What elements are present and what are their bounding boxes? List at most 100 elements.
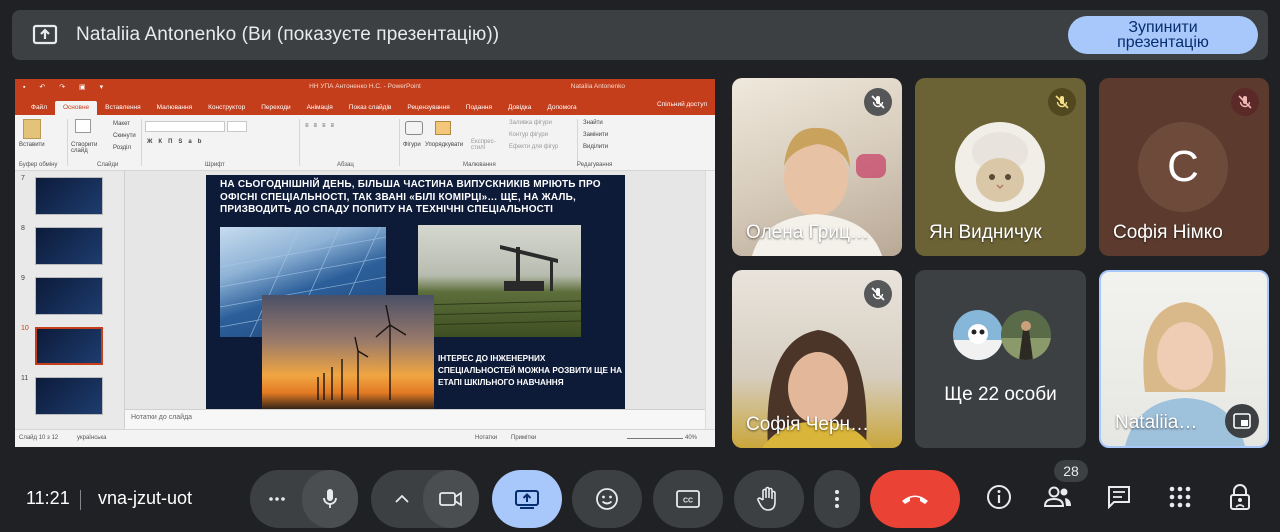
camera-control-group [371,470,479,528]
ppt-tab[interactable]: Конструктор [200,104,253,115]
others-tile[interactable]: Ще 22 особи [915,270,1086,448]
paragraph-group-label: Абзац [337,162,354,168]
self-tile[interactable]: Nataliia… [1099,270,1269,448]
ppt-tab[interactable]: Переходи [253,104,298,115]
more-options-button[interactable] [814,470,860,528]
svg-text:CC: CC [683,498,693,505]
ppt-share-button[interactable]: Спільний доступ [657,101,707,108]
font-name-input[interactable] [145,121,225,132]
chat-button[interactable] [1104,482,1134,512]
info-icon [987,485,1011,509]
ppt-status-bar: Слайд 10 з 12 українська Нотатки Примітк… [15,429,715,447]
new-slide-button[interactable]: Створити слайд [71,142,101,154]
chevron-up-icon [395,495,409,503]
mic-off-icon [1048,88,1076,116]
quick-styles-button[interactable]: Експрес-стилі [471,139,496,151]
replace-button[interactable]: Замінити [583,132,608,138]
ppt-tab[interactable]: Подання [458,104,500,115]
slide-thumbnails: 7 8 9 10 11 [15,171,125,429]
video-options-button[interactable] [387,484,417,514]
meeting-code: vna-jzut-uot [98,488,193,508]
current-time: 11:21 [26,488,70,508]
clipboard-group-label: Буфер обміну [19,162,58,168]
leave-call-button[interactable] [870,470,960,528]
shape-outline-button[interactable]: Контур фігури [509,132,548,138]
present-to-all-icon [32,24,58,46]
participant-tile[interactable]: Софія Черн… [732,270,902,448]
font-size-input[interactable] [227,121,247,132]
ppt-tab[interactable]: Довідка [500,104,539,115]
mic-off-icon [864,280,892,308]
view-buttons[interactable] [555,433,625,443]
presenting-banner: Nataliia Antonenko (Ви (показуєте презен… [12,10,1268,60]
shape-fill-button[interactable]: Заливка фігури [509,120,552,126]
microphone-icon [323,489,337,508]
vertical-scrollbar[interactable] [705,171,715,429]
call-end-icon [902,495,928,504]
raise-hand-icon [757,486,776,511]
find-button[interactable]: Знайти [583,120,603,126]
captions-button[interactable]: CC [653,470,723,528]
paste-icon [23,119,41,139]
ppt-user-name: Nataliia Antonenko [570,83,625,90]
oil-pump-image [418,225,581,337]
participant-name: Олена Гриц… [746,222,869,243]
current-slide[interactable]: НА СЬОГОДНІШНІЙ ДЕНЬ, БІЛЬША ЧАСТИНА ВИП… [206,175,625,410]
section-button[interactable]: Розділ [113,145,131,151]
zoom-slider[interactable] [627,438,683,439]
present-screen-button[interactable] [492,470,562,528]
thumb-number: 11 [21,375,29,382]
participant-tile[interactable]: С Софія Німко [1099,78,1269,256]
shapes-button[interactable]: Фігури [403,142,421,148]
select-button[interactable]: Виділити [583,144,608,150]
ppt-tab[interactable]: Рецензування [399,104,457,115]
layout-button[interactable]: Макет [113,121,130,127]
participant-tile[interactable]: Олена Гриц… [732,78,902,256]
raise-hand-button[interactable] [734,470,804,528]
slide-thumbnail[interactable] [35,277,103,315]
meet-window: Nataliia Antonenko (Ви (показуєте презен… [0,0,1280,532]
meeting-details-button[interactable] [984,482,1014,512]
font-format-buttons[interactable]: ЖКПSab [147,139,207,145]
slide-thumbnail[interactable] [35,177,103,215]
host-controls-button[interactable] [1225,482,1255,512]
people-button[interactable] [1043,482,1073,512]
slide-thumbnail-selected[interactable] [35,327,103,365]
participant-tile[interactable]: Ян Видничук [915,78,1086,256]
ppt-tab-home[interactable]: Основне [54,101,98,115]
reactions-button[interactable] [572,470,642,528]
ppt-tab[interactable]: Файл [23,104,55,115]
stop-presenting-button[interactable]: Зупинити презентацію [1068,16,1258,54]
participant-name: Nataliia… [1115,412,1198,433]
paragraph-buttons[interactable]: ≡≡≡≡ [305,123,339,129]
ppt-tab[interactable]: Показ слайдів [341,104,400,115]
ppt-tab[interactable]: Вставлення [97,104,149,115]
audio-options-button[interactable] [262,484,292,514]
closed-captions-icon: CC [676,490,700,508]
shape-effects-button[interactable]: Ефекти для фігур [509,144,558,150]
drawing-group-label: Малювання [463,162,496,168]
microphone-button[interactable] [302,470,358,528]
ppt-ribbon: Вставити Створити слайд Макет Скинути Ро… [15,115,715,171]
activities-button[interactable] [1165,482,1195,512]
cat-avatar [955,122,1045,212]
ppt-tab[interactable]: Анімація [299,104,341,115]
mic-off-icon [1231,88,1259,116]
camera-button[interactable] [423,470,479,528]
ppt-tab[interactable]: Допомога [539,104,584,115]
ppt-tab[interactable]: Малювання [149,104,200,115]
paste-button[interactable]: Вставити [19,142,45,148]
more-horiz-icon [269,497,285,501]
reset-button[interactable]: Скинути [113,133,136,139]
arrange-button[interactable]: Упорядкувати [425,142,463,148]
people-icon [1043,486,1071,507]
notes-toggle[interactable]: Нотатки [475,435,497,441]
slide-thumbnail[interactable] [35,227,103,265]
more-vert-icon [835,490,839,508]
presenter-title: Nataliia Antonenko (Ви (показуєте презен… [76,24,500,45]
slide-thumbnail[interactable] [35,377,103,415]
slide-notes-field[interactable]: Нотатки до слайда [125,409,705,429]
picture-in-picture-icon[interactable] [1225,404,1259,438]
comments-toggle[interactable]: Примітки [511,435,536,441]
slide-caption: ІНТЕРЕС ДО ІНЖЕНЕРНИХ СПЕЦІАЛЬНОСТЕЙ МОЖ… [438,354,623,387]
